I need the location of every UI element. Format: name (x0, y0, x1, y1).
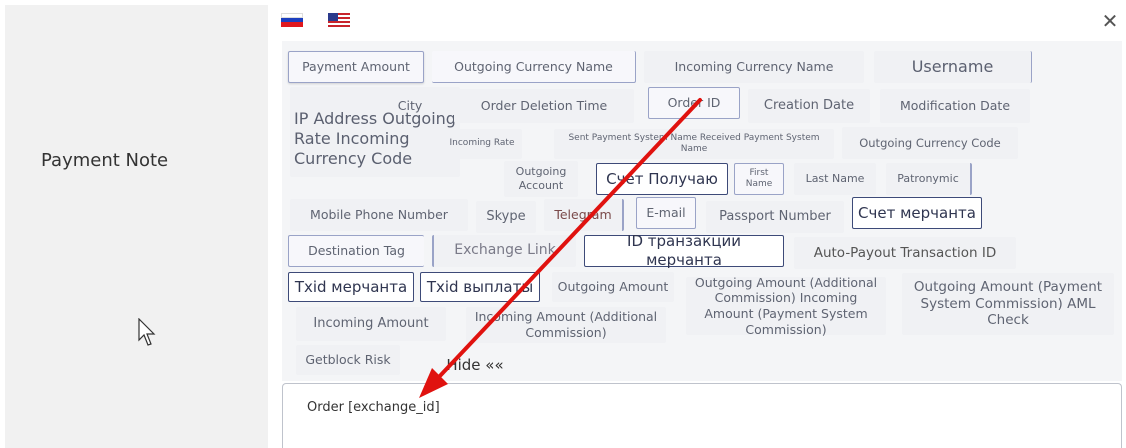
tag-auto-payout-transaction-id[interactable]: Auto-Payout Transaction ID (794, 237, 1016, 269)
tag-txid-vyplaty[interactable]: Txid выплаты (420, 272, 540, 302)
russia-flag-icon[interactable] (281, 13, 303, 27)
tag-skype[interactable]: Skype (476, 201, 536, 233)
tag-last-name[interactable]: Last Name (794, 163, 876, 195)
tag-incoming-amount-additional-commission[interactable]: Incoming Amount (Additional Commission) (466, 307, 666, 343)
tag-creation-date[interactable]: Creation Date (748, 89, 870, 123)
textarea-value: Order [exchange_id] (307, 400, 440, 415)
tag-passport-number[interactable]: Passport Number (706, 201, 844, 233)
tag-email[interactable]: E-mail (636, 197, 696, 229)
tag-id-transaktsii-merchanta[interactable]: ID транзакции мерчанта (584, 232, 784, 269)
language-tabs: ✕ (270, 5, 1126, 38)
tag-incoming-rate[interactable]: Incoming Rate (442, 129, 522, 159)
tag-first-name[interactable]: First Name (734, 163, 784, 195)
shortcode-editor: ✕ Payment Amount Outgoing Currency Name … (270, 5, 1126, 448)
tag-username[interactable]: Username (874, 51, 1032, 83)
field-label: Payment Note (41, 150, 169, 171)
tag-incoming-amount[interactable]: Incoming Amount (296, 307, 446, 341)
usa-flag-icon[interactable] (328, 13, 350, 27)
hide-tags-button[interactable]: Hide «« (437, 351, 513, 379)
tag-txid-merchanta[interactable]: Txid мерчанта (288, 272, 414, 302)
tag-payment-amount[interactable]: Payment Amount (288, 51, 424, 83)
mouse-pointer-icon (138, 318, 156, 346)
tag-destination-tag[interactable]: Destination Tag (288, 235, 424, 267)
tag-order-id[interactable]: Order ID (648, 87, 740, 119)
tag-exchange-link[interactable]: Exchange Link (432, 235, 576, 267)
tag-outgoing-additional-incoming-payment-system[interactable]: Outgoing Amount (Additional Commission) … (686, 275, 886, 337)
tag-schet-poluchayu[interactable]: Счет Получаю (596, 163, 728, 195)
tag-outgoing-account[interactable]: Outgoing Account (504, 161, 578, 197)
payment-note-textarea[interactable]: Order [exchange_id] (282, 383, 1122, 448)
tag-outgoing-payment-system-aml-check[interactable]: Outgoing Amount (Payment System Commissi… (902, 273, 1114, 335)
tag-outgoing-currency-code[interactable]: Outgoing Currency Code (842, 127, 1018, 159)
close-button[interactable]: ✕ (1098, 9, 1122, 33)
field-label-column: Payment Note (5, 5, 268, 448)
tag-outgoing-amount[interactable]: Outgoing Amount (552, 272, 674, 302)
tag-sent-received-payment-system-name[interactable]: Sent Payment System Name Received Paymen… (554, 129, 834, 159)
tag-incoming-currency-name[interactable]: Incoming Currency Name (644, 51, 864, 83)
tag-city[interactable]: City (380, 91, 440, 121)
tag-telegram[interactable]: Telegram (544, 199, 624, 231)
shortcode-tags-area: Payment Amount Outgoing Currency Name In… (282, 41, 1122, 381)
tag-getblock-risk[interactable]: Getblock Risk (296, 345, 400, 375)
tag-patronymic[interactable]: Patronymic (886, 163, 972, 195)
tag-outgoing-currency-name[interactable]: Outgoing Currency Name (432, 51, 636, 83)
tag-order-deletion-time[interactable]: Order Deletion Time (454, 89, 634, 123)
tag-mobile-phone-number[interactable]: Mobile Phone Number (290, 199, 468, 231)
tag-schet-merchanta[interactable]: Счет мерчанта (852, 197, 982, 229)
tag-modification-date[interactable]: Modification Date (880, 89, 1030, 123)
